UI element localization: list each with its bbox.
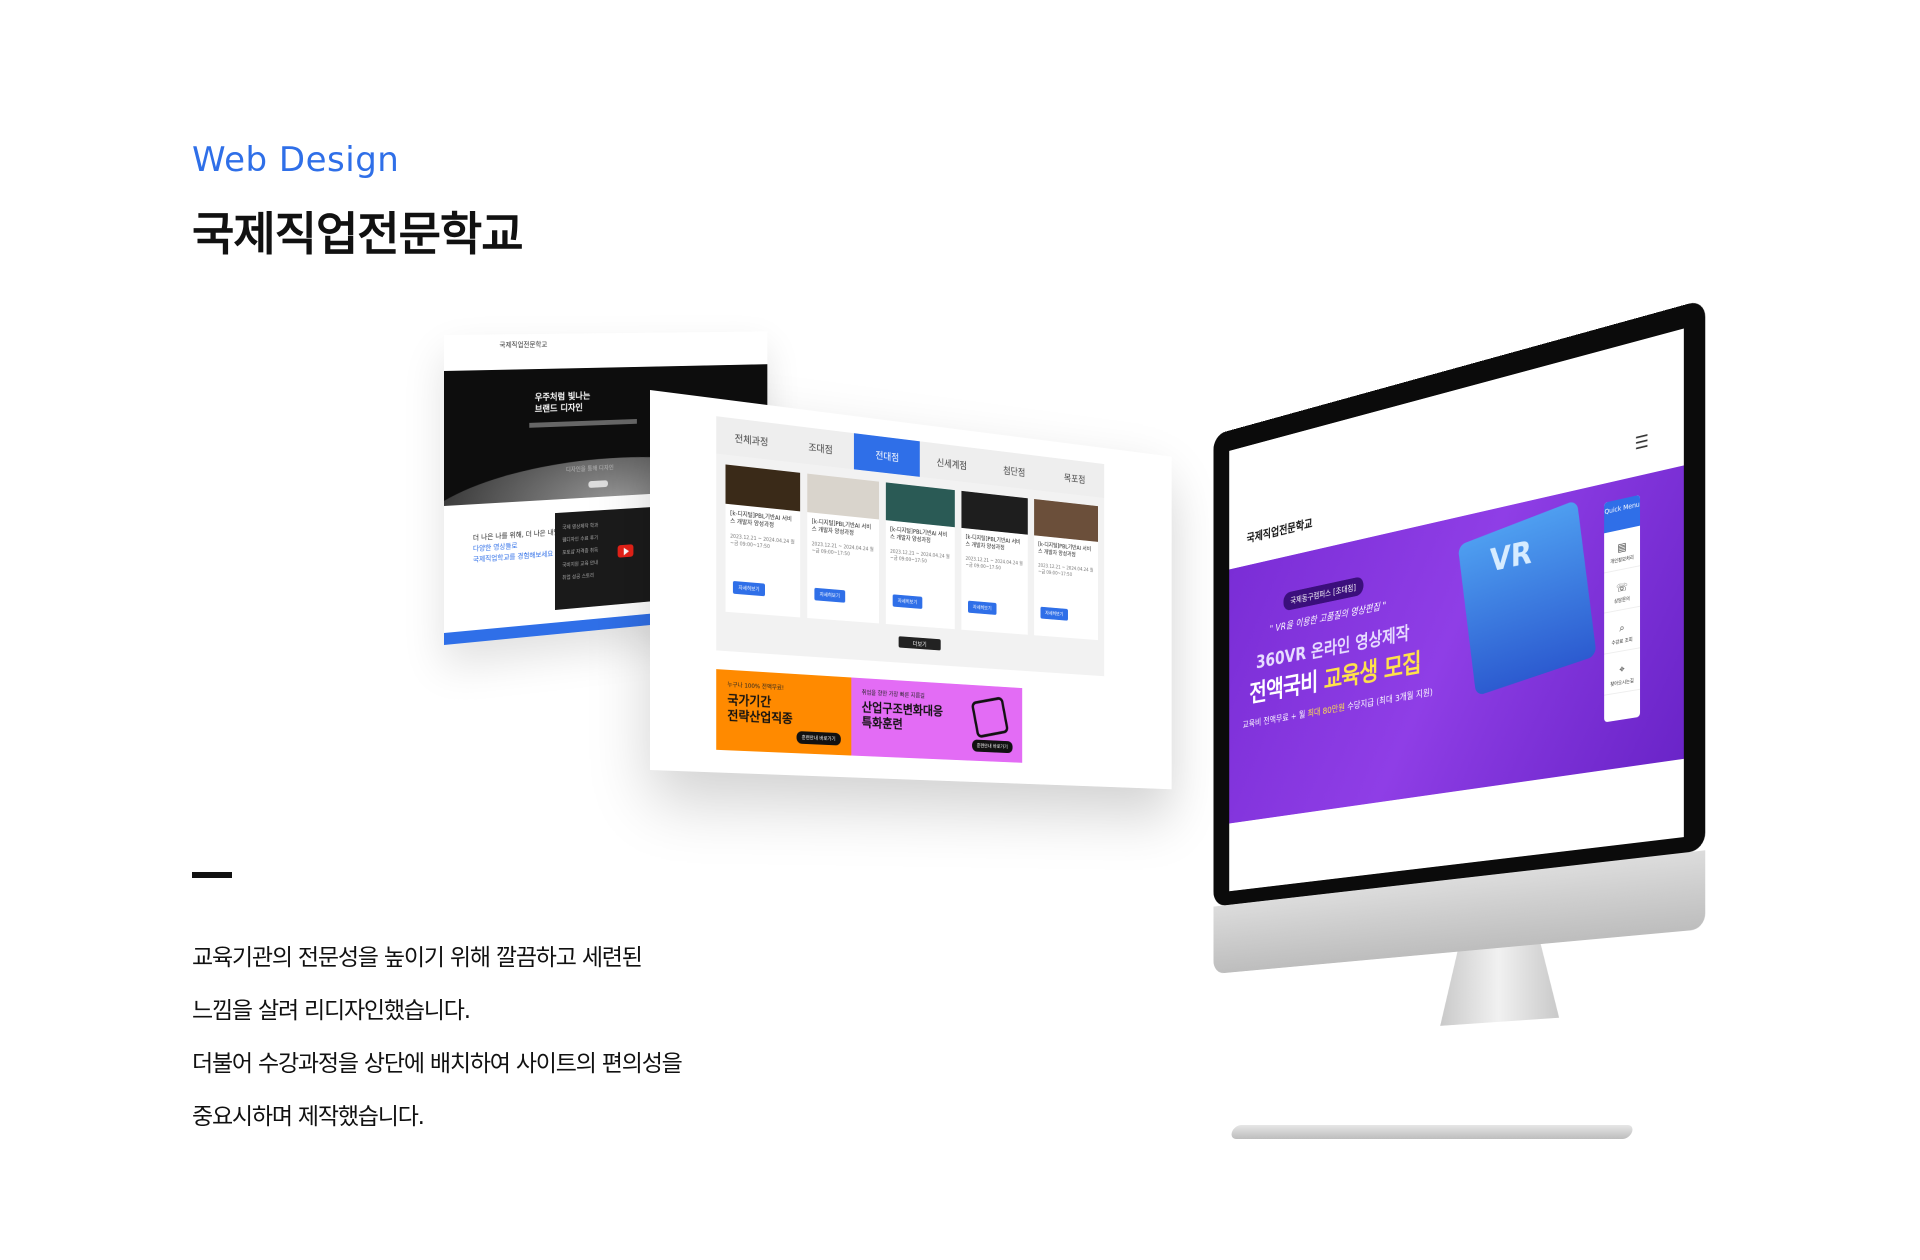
quick-menu-label: 개인정보처리 bbox=[1610, 555, 1634, 566]
quick-menu-label: 찾아오시는길 bbox=[1610, 678, 1634, 688]
course-list: [k-디지털]PBL기반AI 서비스 개발자 양성과정 2023.12.21 ~… bbox=[726, 464, 1099, 640]
site-logo: 국제직업전문학교 bbox=[499, 340, 547, 350]
course-thumbnail bbox=[886, 482, 955, 527]
promo-banner-industry[interactable]: 취업을 향한 가장 빠른 지름길 산업구조변화대응 특화훈련 훈련안내 바로가기 bbox=[851, 677, 1022, 762]
course-date: 2023.12.21 ~ 2024.04.24 월~금 09:00~17:50 bbox=[730, 534, 796, 554]
course-date: 2023.12.21 ~ 2024.04.24 월~금 09:00~17:50 bbox=[812, 541, 875, 560]
course-name: [k-디지털]PBL기반AI 서비스 개발자 양성과정 bbox=[1038, 541, 1094, 561]
course-name: [k-디지털]PBL기반AI 서비스 개발자 양성과정 bbox=[890, 526, 951, 547]
quick-menu-item[interactable]: ⌖ 찾아오시는길 bbox=[1604, 648, 1640, 695]
divider bbox=[192, 872, 232, 878]
document-icon: ▤ bbox=[1604, 537, 1640, 557]
hero-button[interactable] bbox=[588, 480, 608, 488]
course-thumbnail bbox=[961, 491, 1027, 535]
hero-subtext-part: 교육비 전액무료 + 월 bbox=[1243, 710, 1308, 731]
course-detail-button[interactable]: 자세히보기 bbox=[1040, 607, 1067, 621]
promo-banner-national[interactable]: 누구나 100% 전액무료! 국가기간 전략산업직종 훈련안내 바로가기 bbox=[716, 669, 851, 755]
hero-subtext-part: 수당지급 bbox=[1345, 698, 1374, 713]
site-logo[interactable]: 국제직업전문학교 bbox=[1247, 514, 1313, 546]
video-list: 국제 영상제작 학과 웹디자인 수료 후기 포토샵 자격증 취득 국비지원 교육… bbox=[562, 520, 598, 585]
course-card[interactable]: [k-디지털]PBL기반AI 서비스 개발자 양성과정 2023.12.21 ~… bbox=[1034, 499, 1098, 640]
description-line: 느낌을 살려 리디자인했습니다. bbox=[192, 985, 682, 1038]
vr-illustration bbox=[1458, 500, 1597, 696]
play-icon[interactable] bbox=[618, 544, 634, 558]
hero-subtext-highlight: 최대 80만원 bbox=[1308, 703, 1345, 719]
banner-tagline: 취업을 향한 가장 빠른 지름길 bbox=[862, 688, 925, 700]
quick-menu-label: 수강료 조회 bbox=[1612, 637, 1633, 647]
course-date: 2023.12.21 ~ 2024.04.24 월~금 09:00~17:50 bbox=[1038, 563, 1094, 581]
banner-link-button[interactable]: 훈련안내 바로가기 bbox=[972, 739, 1013, 753]
banner-title: 국가기간 전략산업직종 bbox=[727, 693, 792, 728]
search-icon: ⌕ bbox=[1604, 618, 1640, 638]
banner-illustration bbox=[971, 696, 1009, 738]
quick-menu-label: 상담문의 bbox=[1614, 596, 1630, 605]
project-description: 교육기관의 전문성을 높이기 위해 깔끔하고 세련된 느낌을 살려 리디자인했습… bbox=[192, 932, 682, 1144]
course-card[interactable]: [k-디지털]PBL기반AI 서비스 개발자 양성과정 2023.12.21 ~… bbox=[886, 482, 955, 629]
phone-icon: ☏ bbox=[1604, 578, 1640, 598]
monitor-screen: 국제직업전문학교 ☰ VR 국제동구캠퍼스 [조대점] " VR을 이용한 고품… bbox=[1229, 329, 1684, 892]
monitor-base bbox=[1229, 1125, 1634, 1139]
course-date: 2023.12.21 ~ 2024.04.24 월~금 09:00~17:50 bbox=[966, 556, 1024, 574]
banner-link-button[interactable]: 훈련안내 바로가기 bbox=[796, 731, 841, 746]
course-card[interactable]: [k-디지털]PBL기반AI 서비스 개발자 양성과정 2023.12.21 ~… bbox=[726, 464, 801, 617]
banner-title: 산업구조변화대응 특화훈련 bbox=[862, 701, 943, 735]
description-line: 교육기관의 전문성을 높이기 위해 깔끔하고 세련된 bbox=[192, 932, 682, 985]
course-name: [k-디지털]PBL기반AI 서비스 개발자 양성과정 bbox=[812, 518, 875, 539]
hero-title: 우주처럼 빛나는 브랜드 디자인 bbox=[535, 391, 590, 416]
more-button[interactable]: 더보기 bbox=[899, 636, 941, 650]
course-thumbnail bbox=[1034, 499, 1098, 542]
course-date: 2023.12.21 ~ 2024.04.24 월~금 09:00~17:50 bbox=[890, 549, 951, 568]
course-detail-button[interactable]: 자세히보기 bbox=[814, 588, 845, 603]
course-name: [k-디지털]PBL기반AI 서비스 개발자 양성과정 bbox=[730, 510, 796, 532]
quick-menu-item[interactable]: ☏ 상담문의 bbox=[1604, 566, 1640, 613]
quick-menu: Quick Menu ▤ 개인정보처리 ☏ 상담문의 ⌕ 수강료 조회 ⌖ 찾아오시는길 bbox=[1604, 495, 1640, 723]
course-thumbnail bbox=[726, 464, 801, 511]
project-title: 국제직업전문학교 bbox=[192, 198, 523, 264]
hero-title-line: 브랜드 디자인 bbox=[535, 402, 590, 415]
video-list-item[interactable]: 취업 성공 스토리 bbox=[562, 570, 598, 585]
location-icon: ⌖ bbox=[1604, 660, 1640, 680]
description-line: 더불어 수강과정을 상단에 배치하여 사이트의 편의성을 bbox=[192, 1038, 682, 1091]
hero-subtitle bbox=[529, 419, 637, 428]
description-line: 중요시하며 제작했습니다. bbox=[192, 1091, 682, 1144]
hero-subtext-note: (최대 3개월 지원) bbox=[1376, 688, 1433, 708]
imac-mockup: 국제직업전문학교 ☰ VR 국제동구캠퍼스 [조대점] " VR을 이용한 고품… bbox=[1213, 284, 1760, 1050]
course-name: [k-디지털]PBL기반AI 서비스 개발자 양성과정 bbox=[966, 534, 1024, 554]
quick-menu-item[interactable]: ⌕ 수강료 조회 bbox=[1604, 607, 1640, 655]
course-thumbnail bbox=[807, 474, 879, 520]
mockup-card-courses: 전체과정 조대점 전대점 신세계점 첨단점 목포점 [k-디지털]PBL기반AI… bbox=[650, 390, 1172, 789]
banner-tagline: 누구나 100% 전액무료! bbox=[727, 680, 784, 692]
course-card[interactable]: [k-디지털]PBL기반AI 서비스 개발자 양성과정 2023.12.21 ~… bbox=[961, 491, 1027, 635]
course-detail-button[interactable]: 자세히보기 bbox=[968, 601, 997, 615]
section-eyebrow: Web Design bbox=[192, 140, 399, 180]
course-detail-button[interactable]: 자세히보기 bbox=[733, 581, 765, 596]
monitor-bezel: 국제직업전문학교 ☰ VR 국제동구캠퍼스 [조대점] " VR을 이용한 고품… bbox=[1213, 299, 1705, 906]
banner-title-line: 전략산업직종 bbox=[727, 709, 792, 728]
course-detail-button[interactable]: 자세히보기 bbox=[893, 594, 923, 609]
monitor-stand bbox=[1440, 942, 1559, 1025]
menu-icon[interactable]: ☰ bbox=[1635, 431, 1649, 455]
course-card[interactable]: [k-디지털]PBL기반AI 서비스 개발자 양성과정 2023.12.21 ~… bbox=[807, 474, 879, 624]
